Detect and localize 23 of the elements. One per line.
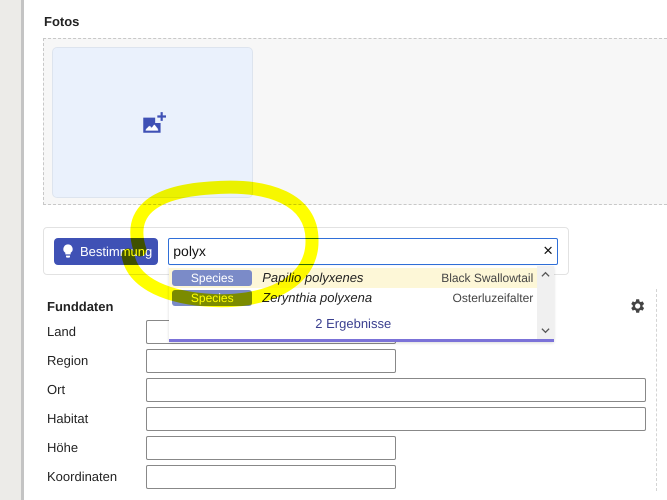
field-label: Höhe [47,440,80,455]
input-field[interactable] [146,464,396,488]
common-name: Black Swallowtail [441,270,534,284]
input-field[interactable] [146,348,396,372]
result-count: 2 Ergebnisse [314,316,392,330]
scrollbar[interactable] [537,266,554,338]
section-title: Funddaten [47,298,114,314]
field-label: Region [47,353,90,368]
common-name: Osterluzeifalter [452,290,534,304]
input-field[interactable] [146,436,396,460]
scroll-up-icon[interactable] [540,270,552,278]
field-label: Ort [47,382,66,397]
input-field[interactable] [146,378,646,402]
rank-tag: Species [172,270,252,286]
field-label: Koordinaten [47,469,118,484]
section-title: Fotos [44,14,80,31]
search-field[interactable]: polyx × [168,238,558,264]
field-label: Land [47,324,77,339]
scroll-down-icon[interactable] [540,326,552,334]
input-field[interactable] [146,406,646,430]
clear-button[interactable]: × [543,241,553,261]
add-photo-tile[interactable] [52,47,253,198]
field-label: Habitat [47,411,90,426]
